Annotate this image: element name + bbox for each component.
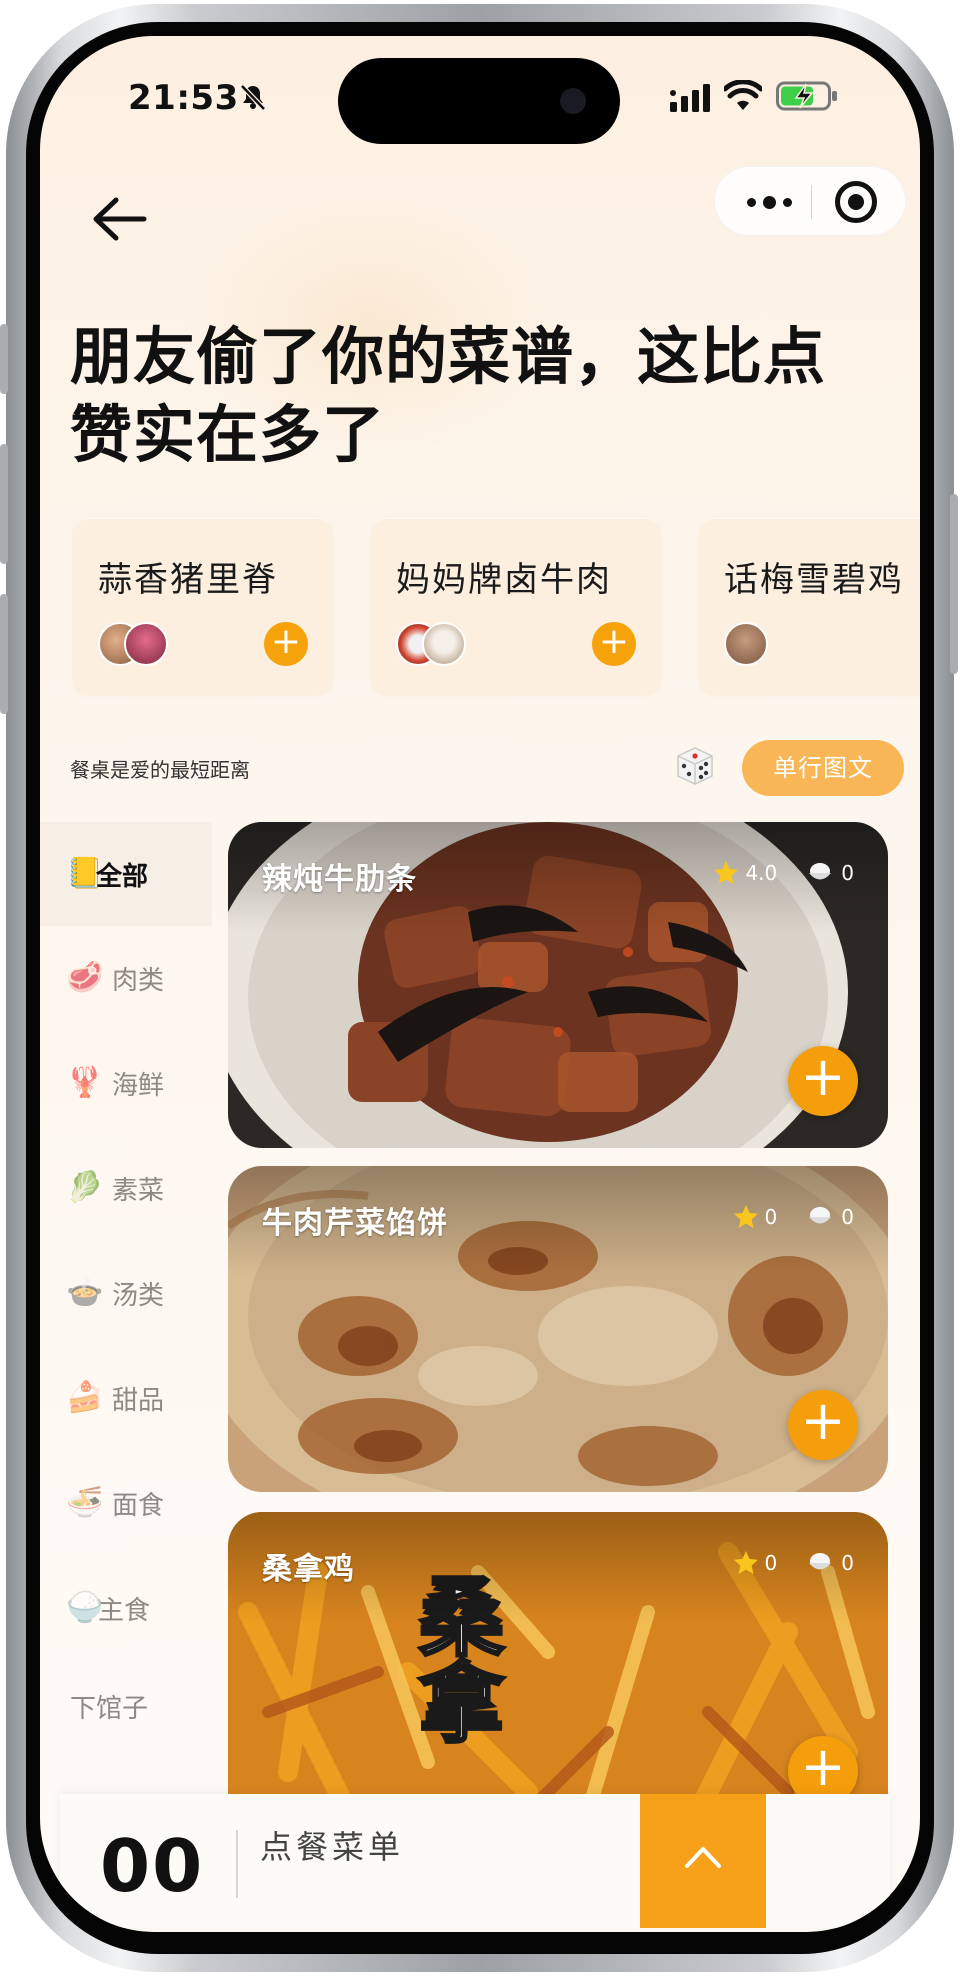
app-screen: 21:53 朋友偷了你的菜谱，这比点赞实在多了 蒜香猪里脊 + 妈妈牌卤牛肉 +… <box>40 36 920 1932</box>
star-icon <box>733 1551 758 1574</box>
category-eat-out[interactable]: 下馆子 <box>40 1654 212 1758</box>
star-icon <box>733 1205 758 1228</box>
tagline: 餐桌是爱的最短距离 <box>70 758 250 782</box>
order-count: 00 <box>100 1824 205 1908</box>
avatar <box>422 622 466 666</box>
dynamic-island <box>338 58 620 144</box>
dish-rating: 0 <box>764 1551 778 1575</box>
avatar <box>724 622 768 666</box>
rice-bowl-icon <box>809 1207 832 1224</box>
volume-up-button <box>0 444 8 564</box>
category-vegetable[interactable]: 🥬 素菜 <box>40 1136 212 1240</box>
category-label: 素菜 <box>112 1176 165 1206</box>
dish-card[interactable]: 牛肉芹菜馅饼 0 0 + <box>228 1166 888 1492</box>
chevron-up-icon <box>685 1847 721 1868</box>
dish-list: 辣炖牛肋条 4.0 0 + 牛肉芹菜馅饼 0 0 + 桑拿 桑拿鸡 0 0 + <box>228 822 888 1802</box>
category-label: 海鲜 <box>112 1071 165 1101</box>
layout-toggle-button[interactable]: 单行图文 <box>742 740 904 796</box>
status-time: 21:53 <box>128 78 239 118</box>
volume-down-button <box>0 594 8 714</box>
category-label: 主食 <box>98 1596 151 1626</box>
dish-rating: 0 <box>764 1205 778 1229</box>
close-mini-program-button[interactable] <box>835 181 877 223</box>
category-seafood[interactable]: 🦞 海鲜 <box>40 1031 212 1135</box>
category-noodles[interactable]: 🍜 面食 <box>40 1451 212 1555</box>
rice-bowl-icon <box>809 863 832 880</box>
action-button <box>0 324 8 394</box>
dice-icon[interactable] <box>670 740 720 790</box>
dish-title: 牛肉芹菜馅饼 <box>262 1206 448 1241</box>
featured-title: 话梅雪碧鸡 <box>724 560 904 600</box>
dish-title: 辣炖牛肋条 <box>262 862 417 897</box>
lobster-icon: 🦞 <box>66 1065 104 1100</box>
add-button[interactable]: + <box>592 622 636 666</box>
category-label: 面食 <box>112 1491 165 1521</box>
dish-stats: 4.0 0 <box>713 858 854 888</box>
expand-order-button[interactable] <box>640 1794 766 1928</box>
dish-order-count: 0 <box>841 1205 854 1229</box>
mini-program-capsule <box>714 166 906 236</box>
cake-icon: 🍰 <box>66 1380 104 1415</box>
order-divider <box>236 1830 238 1898</box>
category-label: 甜品 <box>112 1386 165 1416</box>
add-to-order-button[interactable]: + <box>788 1390 858 1460</box>
featured-recipes-row: 蒜香猪里脊 + 妈妈牌卤牛肉 + 话梅雪碧鸡 + <box>70 516 920 698</box>
star-icon <box>714 861 739 884</box>
add-button[interactable]: + <box>264 622 308 666</box>
leafy-green-icon: 🥬 <box>66 1170 104 1205</box>
category-meat[interactable]: 🥩 肉类 <box>40 926 212 1030</box>
category-soup[interactable]: 🍲 汤类 <box>40 1241 212 1345</box>
camera-icon <box>560 88 586 114</box>
dish-rating: 4.0 <box>745 861 778 885</box>
soup-bowl-icon: 🍲 <box>66 1275 104 1310</box>
noodle-bowl-icon: 🍜 <box>66 1485 104 1520</box>
dish-card[interactable]: 桑拿 桑拿鸡 0 0 + <box>228 1512 888 1802</box>
category-label: 全部 <box>96 862 149 892</box>
featured-card[interactable]: 蒜香猪里脊 + <box>70 516 336 698</box>
order-bar[interactable]: 00 点餐菜单 <box>60 1794 890 1928</box>
featured-card[interactable]: 妈妈牌卤牛肉 + <box>368 516 664 698</box>
more-options-button[interactable] <box>733 177 807 227</box>
dish-title: 桑拿鸡 <box>262 1552 355 1587</box>
order-menu-label: 点餐菜单 <box>260 1828 405 1866</box>
cellular-signal-icon <box>670 84 710 112</box>
category-staple[interactable]: 🍚 主食 <box>40 1556 212 1660</box>
category-sidebar: 📒 全部 🥩 肉类 🦞 海鲜 🥬 素菜 🍲 汤类 🍰 甜品 🍜 面食 🍚 主食 … <box>40 822 212 1802</box>
battery-charging-icon <box>776 81 837 111</box>
category-label: 肉类 <box>112 966 165 996</box>
featured-title: 蒜香猪里脊 <box>98 560 278 600</box>
dish-order-count: 0 <box>841 861 854 885</box>
category-all[interactable]: 📒 全部 <box>40 822 212 926</box>
page-headline: 朋友偷了你的菜谱，这比点赞实在多了 <box>70 320 827 471</box>
avatar <box>124 622 168 666</box>
dish-order-count: 0 <box>841 1551 854 1575</box>
category-label: 下馆子 <box>70 1694 149 1724</box>
dish-card[interactable]: 辣炖牛肋条 4.0 0 + <box>228 822 888 1148</box>
featured-card[interactable]: 话梅雪碧鸡 + <box>696 516 920 698</box>
add-to-order-button[interactable]: + <box>788 1736 858 1802</box>
capsule-divider <box>811 185 812 219</box>
wifi-icon <box>724 80 762 110</box>
back-arrow-icon[interactable] <box>86 184 156 254</box>
rice-bowl-icon <box>809 1553 832 1570</box>
category-label: 汤类 <box>112 1281 165 1311</box>
dish-stats: 0 0 <box>733 1548 854 1578</box>
category-dessert[interactable]: 🍰 甜品 <box>40 1346 212 1450</box>
power-button <box>950 494 958 674</box>
meat-icon: 🥩 <box>66 960 104 995</box>
featured-title: 妈妈牌卤牛肉 <box>396 560 612 600</box>
add-to-order-button[interactable]: + <box>788 1046 858 1116</box>
dish-stats: 0 0 <box>733 1202 854 1232</box>
bell-muted-icon <box>240 84 266 111</box>
